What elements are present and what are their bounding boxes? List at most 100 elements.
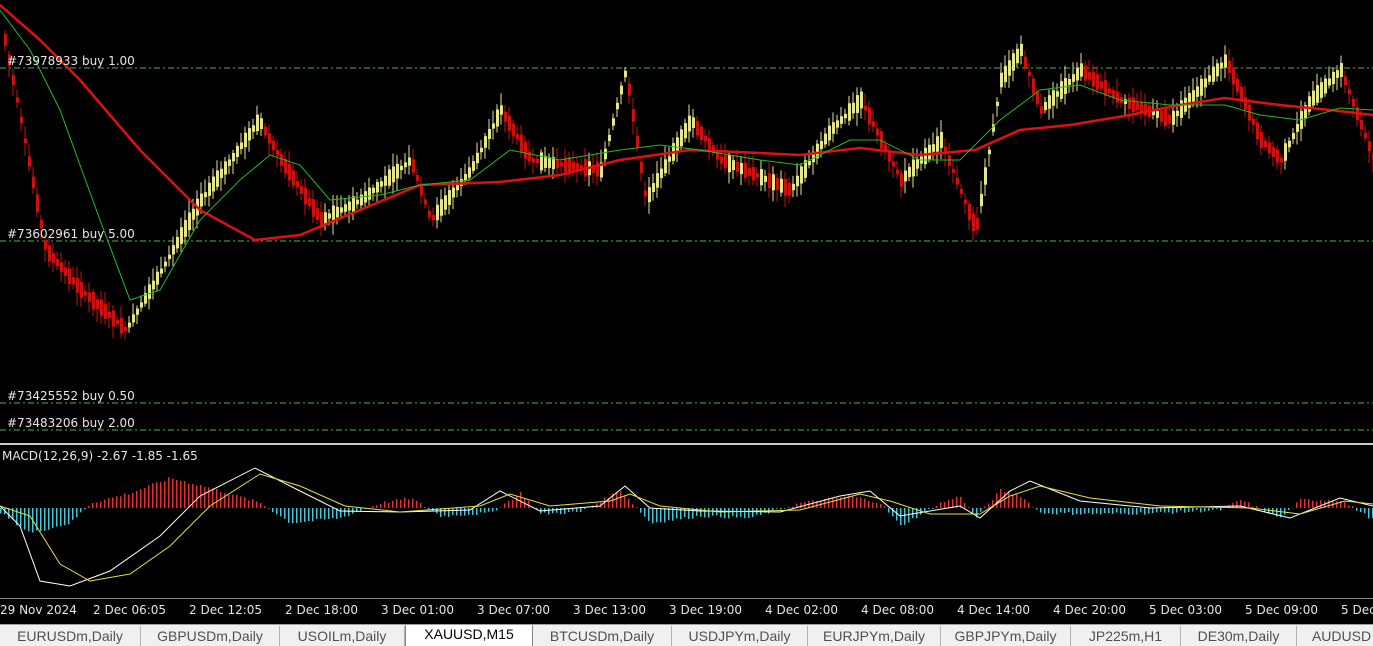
macd-histogram-bar xyxy=(488,508,490,512)
candle-body xyxy=(744,162,747,178)
macd-histogram-bar xyxy=(76,508,78,518)
candle-body xyxy=(76,278,79,293)
macd-histogram-bar xyxy=(468,508,470,515)
macd-histogram-bar xyxy=(20,508,22,527)
macd-histogram-bar xyxy=(632,504,634,508)
macd-histogram-bar xyxy=(908,508,910,523)
candle-body xyxy=(648,187,651,203)
macd-histogram-bar xyxy=(300,508,302,523)
candle-body xyxy=(604,148,607,160)
macd-histogram-bar xyxy=(1112,508,1114,514)
macd-histogram-bar xyxy=(1220,508,1222,511)
macd-histogram-bar xyxy=(64,508,66,526)
candle-body xyxy=(456,184,459,191)
candle-body xyxy=(208,182,211,196)
macd-histogram-bar xyxy=(1288,508,1290,510)
macd-canvas[interactable] xyxy=(0,446,1373,598)
candle-body xyxy=(624,70,627,78)
macd-subwindow[interactable]: MACD(12,26,9) -2.67 -1.85 -1.65 xyxy=(0,446,1373,598)
order-label-2[interactable]: #73602961 buy 5.00 xyxy=(7,228,135,241)
candle-body xyxy=(80,281,83,299)
candle-body xyxy=(164,261,167,267)
time-label: 5 Dec xyxy=(1341,603,1373,617)
candle-body xyxy=(612,118,615,126)
candle-body xyxy=(124,326,127,332)
macd-histogram-bar xyxy=(448,508,450,517)
tab-eurjpym[interactable]: EURJPYm,Daily xyxy=(808,626,941,646)
candle-body xyxy=(104,303,107,319)
candle-body xyxy=(1368,141,1371,152)
macd-histogram-bar xyxy=(904,508,906,525)
candle-body xyxy=(1104,80,1107,96)
candle-body xyxy=(1028,71,1031,77)
candle-body xyxy=(928,144,931,160)
candle-body xyxy=(1216,63,1219,77)
macd-histogram-bar xyxy=(688,508,690,519)
candle-body xyxy=(700,126,703,141)
candle-body xyxy=(116,319,119,325)
candle-body xyxy=(1004,65,1007,83)
subwindow-separator[interactable] xyxy=(0,443,1373,445)
candle-body xyxy=(1264,140,1267,148)
macd-histogram-bar xyxy=(272,508,274,513)
order-label-3[interactable]: #73425552 buy 0.50 xyxy=(7,390,135,403)
candle-body xyxy=(768,173,771,188)
candle-body xyxy=(896,169,899,175)
macd-histogram-bar xyxy=(888,508,890,513)
tab-gbpjpym[interactable]: GBPJPYm,Daily xyxy=(941,626,1071,646)
candle-body xyxy=(640,161,643,174)
candle-body xyxy=(1252,118,1255,125)
candle-body xyxy=(148,284,151,299)
candle-body xyxy=(632,109,635,122)
candle-body xyxy=(308,198,311,206)
tab-jp225m[interactable]: JP225m,H1 xyxy=(1071,626,1181,646)
macd-histogram-bar xyxy=(252,499,254,508)
candle-body xyxy=(872,121,875,127)
candle-body xyxy=(100,299,103,316)
candle-body xyxy=(664,159,667,174)
candle-body xyxy=(848,103,851,121)
macd-histogram-bar xyxy=(400,499,402,508)
macd-histogram-bar xyxy=(1180,508,1182,511)
macd-histogram-bar xyxy=(1356,508,1358,511)
candle-body xyxy=(780,178,783,193)
tab-usoilm[interactable]: USOILm,Daily xyxy=(280,626,405,646)
candle-body xyxy=(1092,71,1095,87)
macd-histogram-bar xyxy=(660,508,662,523)
price-chart-canvas[interactable] xyxy=(0,0,1373,443)
candle-body xyxy=(236,145,239,158)
candle-body xyxy=(452,187,455,198)
macd-histogram-bar xyxy=(1056,508,1058,515)
tab-gbpusdm[interactable]: GBPUSDm,Daily xyxy=(141,626,280,646)
macd-histogram-bar xyxy=(1308,499,1310,508)
tab-usdjpym[interactable]: USDJPYm,Daily xyxy=(672,626,808,646)
macd-histogram-bar xyxy=(724,508,726,519)
candle-body xyxy=(796,175,799,187)
macd-histogram-bar xyxy=(504,503,506,508)
candle-body xyxy=(500,105,503,115)
tab-de30m[interactable]: DE30m,Daily xyxy=(1181,626,1297,646)
macd-histogram-bar xyxy=(664,508,666,523)
candle-body xyxy=(468,167,471,178)
macd-histogram-bar xyxy=(856,497,858,508)
candle-body xyxy=(276,149,279,156)
time-axis: 29 Nov 2024 2 Dec 06:05 2 Dec 12:05 2 De… xyxy=(0,598,1373,622)
order-label-4[interactable]: #73483206 buy 2.00 xyxy=(7,417,135,430)
candle-body xyxy=(1040,106,1043,114)
tab-eurusdm[interactable]: EURUSDm,Daily xyxy=(0,626,141,646)
macd-histogram-bar xyxy=(1096,508,1098,514)
order-label-1[interactable]: #73978933 buy 1.00 xyxy=(7,55,135,68)
candle-body xyxy=(488,128,491,140)
candle-body xyxy=(1012,53,1015,71)
macd-histogram-bar xyxy=(276,508,278,515)
candle-body xyxy=(136,308,139,315)
tab-btcusdm[interactable]: BTCUSDm,Daily xyxy=(533,626,672,646)
macd-histogram-bar xyxy=(1348,505,1350,508)
macd-histogram-bar xyxy=(1040,508,1042,513)
tab-xauusd-m15[interactable]: XAUUSD,M15 xyxy=(405,625,533,646)
candle-body xyxy=(1008,60,1011,76)
price-chart[interactable]: #73978933 buy 1.00 #73602961 buy 5.00 #7… xyxy=(0,0,1373,443)
macd-histogram-bar xyxy=(928,508,930,510)
macd-histogram-bar xyxy=(92,503,94,508)
tab-audusd[interactable]: AUDUSD xyxy=(1297,626,1373,646)
